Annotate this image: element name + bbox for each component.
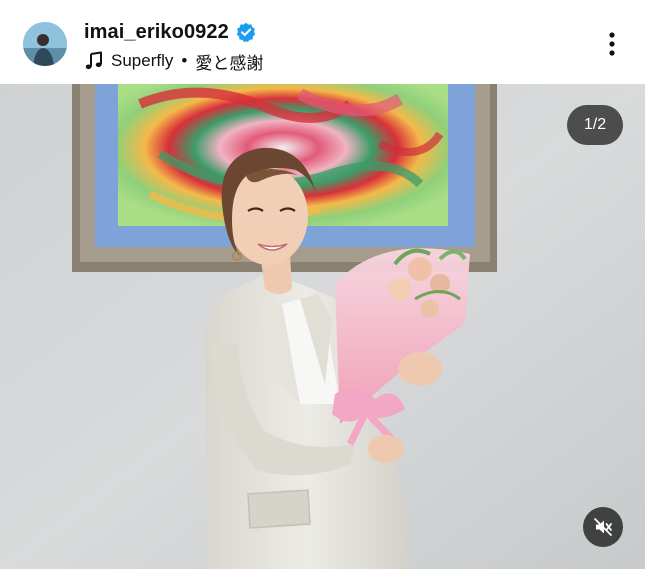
post-header: imai_eriko0922 Superfly • 愛と感謝	[0, 0, 645, 84]
carousel-counter: 1/2	[567, 105, 623, 145]
music-artist: Superfly	[111, 51, 174, 70]
username[interactable]: imai_eriko0922	[84, 21, 229, 44]
post-media[interactable]: 1/2	[0, 84, 645, 575]
avatar[interactable]	[23, 22, 67, 66]
speaker-muted-icon	[594, 518, 612, 536]
verified-badge-icon	[236, 22, 256, 42]
username-row: imai_eriko0922	[84, 18, 256, 46]
bottom-divider	[0, 569, 645, 575]
music-separator: •	[181, 51, 188, 70]
more-options-icon	[609, 32, 615, 56]
music-title: 愛と感謝	[195, 53, 264, 73]
post-photo	[0, 84, 645, 575]
more-options-button[interactable]	[596, 26, 628, 62]
music-note-icon	[85, 51, 102, 70]
instagram-post: imai_eriko0922 Superfly • 愛と感謝 1/2	[0, 0, 645, 575]
music-attribution[interactable]: Superfly • 愛と感謝	[84, 49, 263, 73]
mute-button[interactable]	[583, 507, 623, 547]
